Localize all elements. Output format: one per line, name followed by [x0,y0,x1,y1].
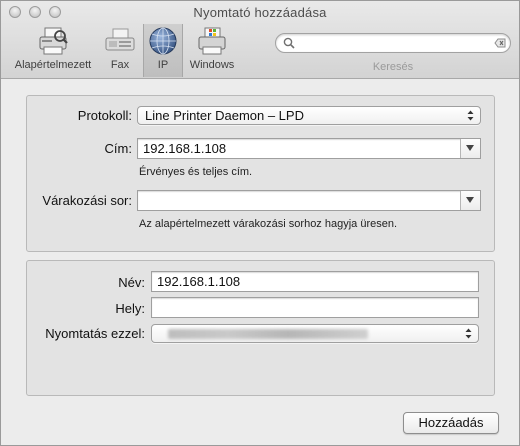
search-caption: Keresés [372,61,414,73]
printer-info-group: Név: Hely: Nyomtatás ezzel: [26,260,495,396]
queue-label: Várakozási sor: [42,193,132,208]
clear-search-icon[interactable] [492,35,508,51]
queue-input[interactable] [138,191,460,210]
queue-history-button[interactable] [460,191,480,210]
ip-settings-group: Protokoll: Line Printer Daemon – LPD Cím… [26,95,495,252]
protocol-popup[interactable]: Line Printer Daemon – LPD [137,106,481,125]
location-label: Hely: [115,301,145,316]
ip-globe-icon [149,27,177,55]
toolbar-item-ip[interactable]: IP [143,24,183,77]
toolbar-item-label: Fax [110,59,130,71]
queue-hint: Az alapértelmezett várakozási sorhoz hag… [139,218,398,230]
up-down-arrows-icon [465,328,472,339]
chevron-down-icon [466,145,474,151]
toolbar-item-fax[interactable]: Fax [101,25,139,77]
protocol-value: Line Printer Daemon – LPD [145,108,304,123]
toolbar: Nyomtató hozzáadása Alapértelmezett Fax … [1,1,519,79]
print-using-label: Nyomtatás ezzel: [45,326,145,341]
protocol-label: Protokoll: [77,108,132,123]
toolbar-item-label: IP [157,59,169,71]
search-container [275,33,511,53]
up-down-arrows-icon [467,110,474,121]
address-hint: Érvényes és teljes cím. [139,166,253,178]
address-history-button[interactable] [460,139,480,158]
address-combobox[interactable] [137,138,481,159]
search-icon [283,37,295,49]
queue-combobox[interactable] [137,190,481,211]
location-field[interactable] [151,297,479,318]
toolbar-item-label: Windows [189,59,235,71]
toolbar-item-windows[interactable]: Windows [185,25,239,77]
toolbar-item-default[interactable]: Alapértelmezett [9,25,97,77]
toolbar-item-label: Alapértelmezett [14,59,92,71]
add-printer-window: Nyomtató hozzáadása Alapértelmezett Fax … [0,0,520,446]
fax-icon [105,28,135,51]
name-field[interactable] [151,271,479,292]
default-printer-icon [39,27,68,55]
address-input[interactable] [138,139,460,158]
search-input[interactable] [275,33,511,53]
name-label: Név: [118,275,145,290]
address-label: Cím: [104,141,132,156]
window-title: Nyomtató hozzáadása [193,5,327,20]
add-button[interactable]: Hozzáadás [403,412,499,434]
chevron-down-icon [466,197,474,203]
windows-printer-icon [198,27,226,55]
print-using-popup[interactable] [151,324,479,343]
redacted-driver-name [168,329,368,339]
